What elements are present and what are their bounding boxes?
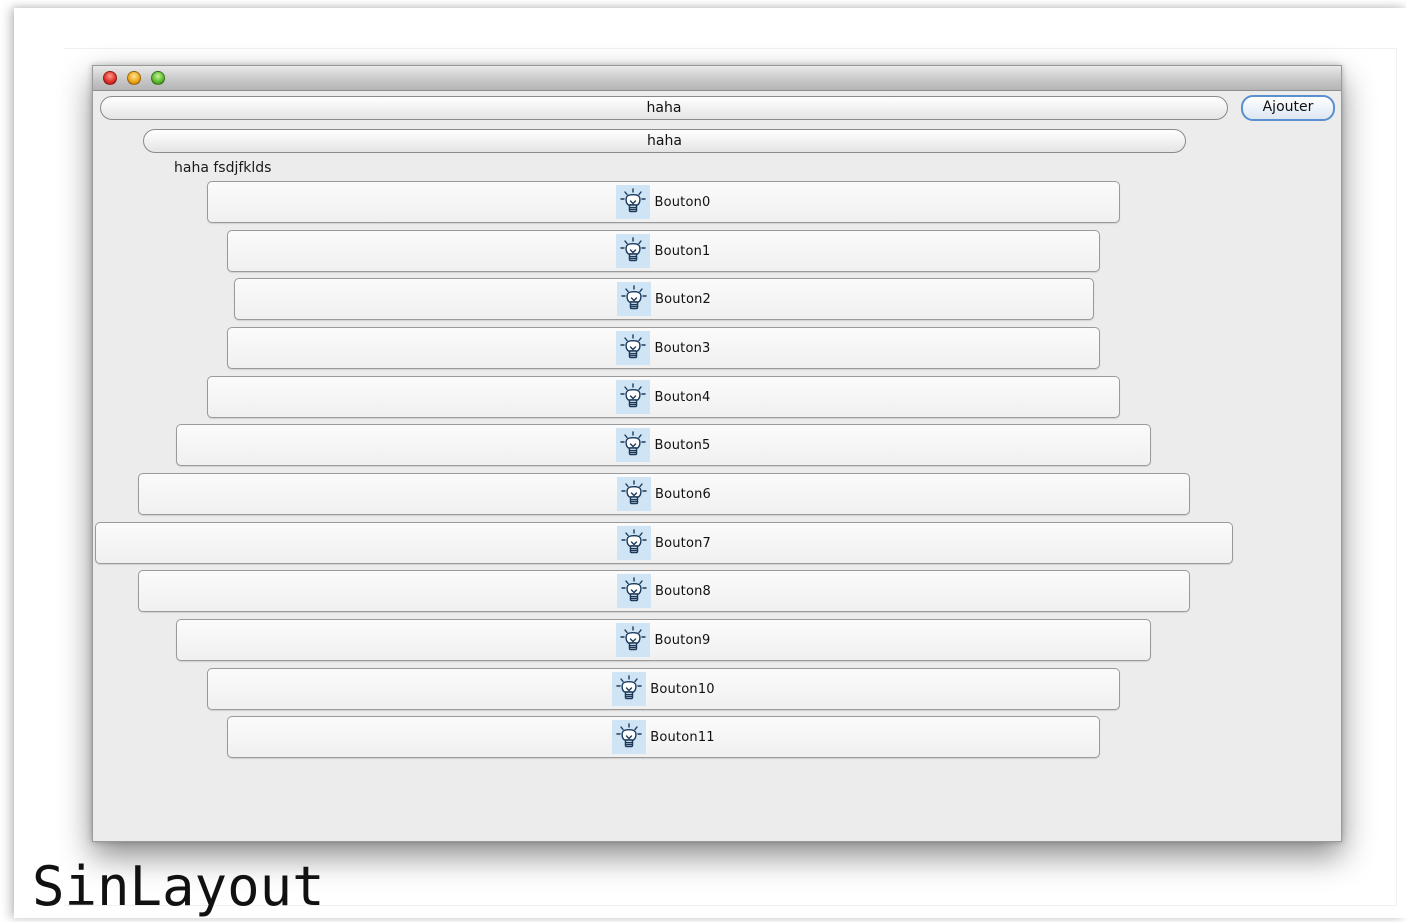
haha-label: haha fsdjfklds: [174, 160, 272, 176]
lightbulb-icon: [616, 477, 651, 511]
haha-field-top[interactable]: haha: [100, 96, 1228, 120]
button-label: Bouton8: [654, 583, 712, 599]
button-content: Bouton11: [612, 720, 715, 754]
lightbulb-icon: [616, 526, 651, 560]
button-label: Bouton0: [654, 194, 711, 210]
button-content: Bouton7: [616, 526, 712, 560]
lightbulb-icon: [616, 623, 651, 657]
button-content: Bouton3: [616, 331, 710, 365]
button-label: Bouton6: [654, 486, 712, 502]
lightbulb-icon: [612, 720, 647, 754]
lightbulb-icon: [616, 282, 651, 316]
button-label: Bouton11: [650, 729, 715, 745]
button-label: Bouton7: [654, 535, 712, 551]
button-content: Bouton0: [616, 185, 710, 219]
app-window: haha Ajouter haha haha fsdjfklds Bouton0…: [92, 65, 1342, 842]
button-content: Bouton5: [616, 428, 710, 462]
bouton-11-button[interactable]: Bouton11: [227, 716, 1100, 758]
button-label: Bouton1: [654, 243, 711, 259]
bouton-7-button[interactable]: Bouton7: [95, 522, 1233, 564]
button-label: Bouton5: [654, 437, 711, 453]
bouton-10-button[interactable]: Bouton10: [207, 668, 1120, 710]
button-label: Bouton10: [650, 681, 715, 697]
zoom-window-button[interactable]: [151, 71, 165, 85]
lightbulb-icon: [616, 185, 651, 219]
haha-field-second[interactable]: haha: [143, 129, 1186, 153]
bouton-9-button[interactable]: Bouton9: [176, 619, 1151, 661]
button-label: Bouton4: [654, 389, 711, 405]
lightbulb-icon: [612, 672, 647, 706]
lightbulb-icon: [616, 428, 651, 462]
button-content: Bouton10: [612, 672, 715, 706]
bouton-8-button[interactable]: Bouton8: [138, 570, 1190, 612]
button-content: Bouton8: [616, 574, 712, 608]
bouton-0-button[interactable]: Bouton0: [207, 181, 1120, 223]
lightbulb-icon: [616, 234, 651, 268]
button-content: Bouton9: [616, 623, 710, 657]
bouton-2-button[interactable]: Bouton2: [234, 278, 1094, 320]
lightbulb-icon: [616, 331, 651, 365]
button-label: Bouton9: [654, 632, 711, 648]
button-content: Bouton6: [616, 477, 712, 511]
caption-sinlayout: SinLayout: [32, 855, 325, 918]
bouton-1-button[interactable]: Bouton1: [227, 230, 1100, 272]
bouton-6-button[interactable]: Bouton6: [138, 473, 1190, 515]
bouton-5-button[interactable]: Bouton5: [176, 424, 1151, 466]
button-content: Bouton1: [616, 234, 710, 268]
minimize-window-button[interactable]: [127, 71, 141, 85]
button-label: Bouton2: [654, 291, 712, 307]
title-bar[interactable]: [93, 66, 1341, 91]
button-content: Bouton2: [616, 282, 712, 316]
bouton-3-button[interactable]: Bouton3: [227, 327, 1100, 369]
lightbulb-icon: [616, 574, 651, 608]
close-window-button[interactable]: [103, 71, 117, 85]
ajouter-button[interactable]: Ajouter: [1241, 95, 1335, 121]
lightbulb-icon: [616, 380, 651, 414]
button-content: Bouton4: [616, 380, 710, 414]
bouton-4-button[interactable]: Bouton4: [207, 376, 1120, 418]
button-label: Bouton3: [654, 340, 711, 356]
